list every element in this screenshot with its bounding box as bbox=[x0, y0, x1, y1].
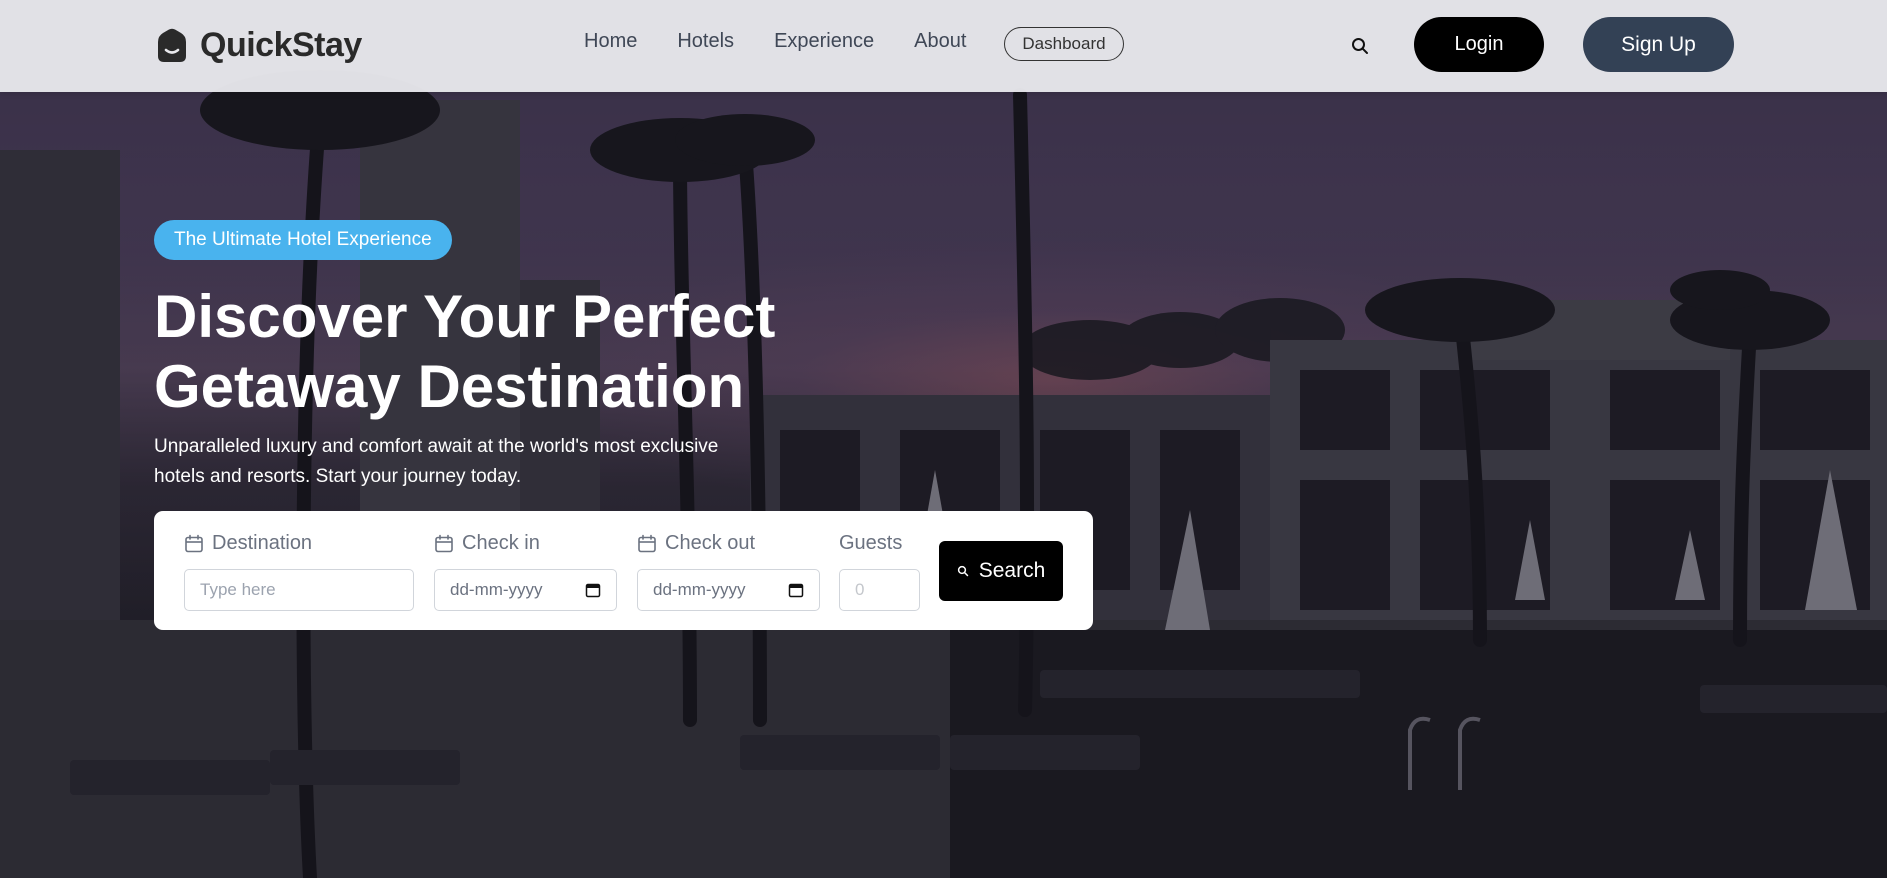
calendar-picker-icon[interactable] bbox=[788, 582, 804, 598]
guests-label-text: Guests bbox=[839, 532, 903, 554]
logo-icon bbox=[158, 28, 186, 62]
calendar-icon bbox=[638, 534, 656, 552]
calendar-picker-icon[interactable] bbox=[585, 582, 601, 598]
check-out-label-text: Check out bbox=[665, 532, 756, 554]
search-icon bbox=[957, 565, 968, 577]
search-button[interactable]: Search bbox=[939, 541, 1063, 601]
signup-button[interactable]: Sign Up bbox=[1583, 17, 1734, 72]
calendar-icon bbox=[435, 534, 453, 552]
check-in-label: Check in bbox=[434, 532, 540, 555]
guests-label: Guests bbox=[839, 532, 902, 555]
check-out-placeholder: dd-mm-yyyy bbox=[653, 580, 746, 599]
destination-input[interactable]: Type here bbox=[184, 569, 414, 611]
nav-link-home[interactable]: Home bbox=[584, 30, 637, 53]
hero-badge: The Ultimate Hotel Experience bbox=[154, 220, 452, 260]
page: QuickStay Home Hotels Experience About D… bbox=[0, 0, 1887, 878]
hero-title-line-2: Getaway Destination bbox=[154, 353, 745, 420]
nav-link-hotels[interactable]: Hotels bbox=[677, 30, 734, 53]
check-in-date-input[interactable]: dd-mm-yyyy bbox=[434, 569, 617, 611]
check-out-label: Check out bbox=[637, 532, 755, 555]
nav-link-about[interactable]: About bbox=[914, 30, 966, 53]
destination-label-text: Destination bbox=[212, 532, 313, 554]
top-navbar: QuickStay Home Hotels Experience About D… bbox=[0, 0, 1887, 92]
search-button-label: Search bbox=[978, 559, 1046, 582]
hero-title-line-1: Discover Your Perfect bbox=[154, 283, 776, 350]
search-icon[interactable] bbox=[1350, 36, 1370, 56]
calendar-icon bbox=[185, 534, 203, 552]
hero-title: Discover Your Perfect Getaway Destinatio… bbox=[154, 282, 914, 422]
check-in-placeholder: dd-mm-yyyy bbox=[450, 580, 543, 599]
brand-logo[interactable]: QuickStay bbox=[154, 26, 362, 65]
nav-link-experience[interactable]: Experience bbox=[774, 30, 874, 53]
destination-label: Destination bbox=[184, 532, 312, 555]
dashboard-button[interactable]: Dashboard bbox=[1004, 27, 1124, 61]
guests-input[interactable]: 0 bbox=[839, 569, 920, 611]
destination-placeholder: Type here bbox=[200, 580, 276, 599]
check-in-label-text: Check in bbox=[462, 532, 540, 554]
nav-links: Home Hotels Experience About bbox=[584, 30, 1006, 53]
booking-search-form: Destination Type here Check in dd-mm-yyy… bbox=[154, 511, 1093, 630]
login-button[interactable]: Login bbox=[1414, 17, 1544, 72]
brand-name: QuickStay bbox=[200, 26, 362, 64]
guests-placeholder: 0 bbox=[855, 580, 865, 599]
hero-subtitle: Unparalleled luxury and comfort await at… bbox=[154, 436, 719, 487]
check-out-date-input[interactable]: dd-mm-yyyy bbox=[637, 569, 820, 611]
